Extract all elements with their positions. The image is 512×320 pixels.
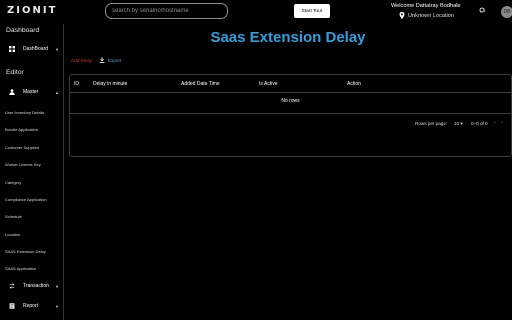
location-pin-icon [399,12,405,19]
sidebar-item-label: Report [23,303,39,309]
grid-header: ID Delay in minute Added Date Time Is Ac… [70,75,511,93]
sidebar-section-dashboard: Dashboard [6,27,40,34]
sidebar-item-label: Master [23,89,39,95]
main-content: Saas Extension Delay Add Delay Export ID… [64,24,512,320]
welcome-text: Welcome Dattatray Bodhale [391,3,461,9]
sidebar-subitem[interactable]: Schedule [5,214,22,219]
export-label: Export [108,57,122,63]
chevron-up-icon: ▲ [55,89,59,95]
search-input[interactable] [112,6,222,16]
sidebar-subitem[interactable]: SAAS Application [5,266,36,271]
sidebar-item-dashboard[interactable]: DashBoard ▼ [9,46,59,52]
data-grid: ID Delay in minute Added Date Time Is Ac… [69,74,512,157]
column-header-action[interactable]: Action [347,81,361,87]
dashboard-icon [9,46,15,52]
rows-per-page-value: 10 [454,121,460,126]
column-header-delay[interactable]: Delay in minute [93,81,127,87]
column-header-id[interactable]: ID [74,81,79,87]
sidebar-item-report[interactable]: Report ▼ [9,303,59,309]
transaction-icon [9,283,15,289]
chevron-down-icon: ▼ [55,303,59,309]
sidebar-item-master[interactable]: Master ▲ [9,89,59,95]
next-page-icon[interactable]: › [501,120,503,126]
top-bar: ZIONIT Start Tour Welcome Dattatray Bodh… [0,0,512,24]
sidebar-subitem[interactable]: Bundle Application [5,127,38,132]
gear-icon[interactable] [478,6,486,14]
rows-per-page-label: Rows per page: [415,121,448,126]
app-logo[interactable]: ZIONIT [7,5,57,16]
export-button[interactable]: Export [99,57,121,63]
sidebar-subitem[interactable]: Location [5,232,20,237]
grid-footer: Rows per page: 10 ▾ 0–0 of 0 ‹ › [70,113,511,134]
page-title: Saas Extension Delay [210,29,366,46]
location-display: Unknown Location [399,12,454,19]
sidebar-subitem[interactable]: Compliance Application [5,197,47,202]
empty-state-text: No rows [281,98,300,104]
add-delay-button[interactable]: Add Delay [71,58,92,63]
report-icon [9,303,15,309]
rows-per-page-select[interactable]: 10 ▾ [454,121,463,127]
sidebar-item-transaction[interactable]: Transaction ▼ [9,283,59,289]
sidebar-subitem[interactable]: Worker Licence Key [5,162,41,167]
avatar[interactable]: DB [501,6,512,18]
sidebar-subitem[interactable]: Category [5,180,21,185]
column-header-is-active[interactable]: Is Active [259,81,278,87]
chevron-down-icon: ▼ [55,283,59,289]
sidebar-item-label: Transaction [23,283,49,289]
pagination-range: 0–0 of 0 [471,121,488,126]
sidebar-section-editor: Editor [6,69,24,76]
chevron-down-icon: ▼ [55,46,59,52]
person-icon [9,89,15,95]
download-icon [99,57,105,63]
column-header-added-date[interactable]: Added Date Time [181,81,220,87]
sidebar-subitem[interactable]: SAAS Extension Delay [5,249,46,254]
search-box[interactable] [105,3,228,19]
location-text: Unknown Location [408,12,455,19]
start-tour-button[interactable]: Start Tour [294,4,330,18]
sidebar-item-label: DashBoard [23,46,49,52]
sidebar-subitem[interactable]: User Inventory Details [5,110,44,115]
sidebar: Dashboard DashBoard ▼ Editor Master ▲ Us… [0,24,64,320]
sidebar-subitem[interactable]: Customer Supplied [5,145,39,150]
previous-page-icon[interactable]: ‹ [494,120,496,126]
